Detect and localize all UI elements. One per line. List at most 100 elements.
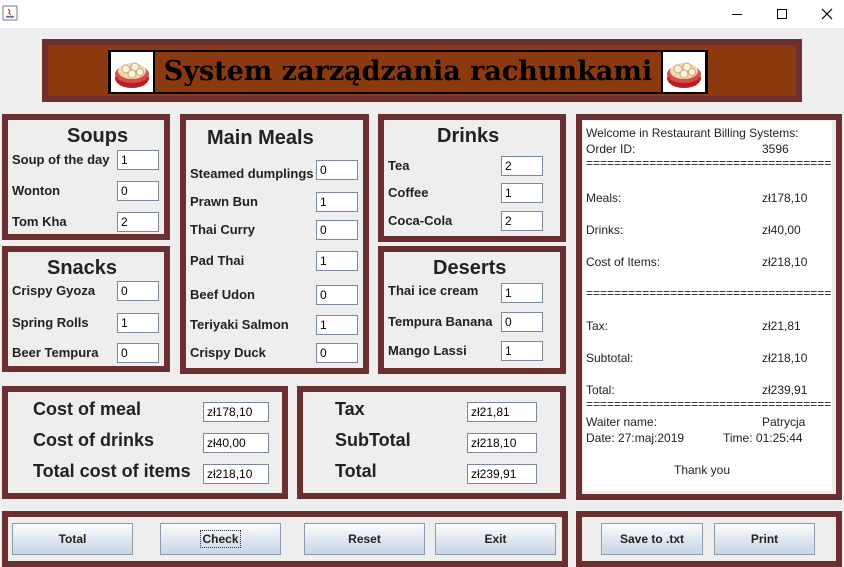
receipt-cost-label: Cost of Items: [586, 255, 661, 269]
receipt-separator: ======================================== [586, 397, 831, 411]
beer-tempura-input[interactable]: 0 [117, 343, 159, 363]
total-cost-of-items-field[interactable]: zł218,10 [203, 464, 269, 484]
mango-lassi-input[interactable]: 1 [501, 341, 543, 361]
prawn-bun-label: Prawn Bun [190, 194, 258, 209]
deserts-title: Deserts [433, 257, 507, 279]
steamed-dumplings-label: Steamed dumplings [190, 166, 314, 181]
teriyaki-salmon-label: Teriyaki Salmon [190, 317, 289, 332]
save-to-txt-button[interactable]: Save to .txt [601, 523, 703, 555]
main-meals-title: Main Meals [207, 127, 314, 149]
receipt-time: Time: 01:25:44 [723, 431, 803, 445]
soup-of-the-day-label: Soup of the day [12, 152, 110, 167]
crispy-gyoza-label: Crispy Gyoza [12, 283, 96, 298]
print-button-label: Print [750, 532, 779, 546]
tom-kha-input[interactable]: 2 [117, 212, 159, 232]
total-button[interactable]: Total [12, 523, 133, 555]
total-button-label: Total [58, 532, 87, 546]
tea-label: Tea [388, 158, 410, 173]
receipt-cost-value: zł218,10 [762, 255, 808, 269]
app-title: System zarządzania rachunkami [155, 52, 661, 92]
thai-curry-input[interactable]: 0 [316, 220, 358, 240]
thai-ice-cream-input[interactable]: 1 [501, 283, 543, 303]
beer-tempura-label: Beer Tempura [12, 345, 99, 360]
crispy-gyoza-input[interactable]: 0 [117, 281, 159, 301]
mango-lassi-label: Mango Lassi [388, 343, 467, 358]
receipt-drinks-label: Drinks: [586, 223, 624, 237]
crispy-duck-input[interactable]: 0 [316, 343, 358, 363]
reset-button[interactable]: Reset [304, 523, 425, 555]
total-field[interactable]: zł239,91 [467, 464, 537, 484]
tempura-banana-label: Tempura Banana [388, 314, 493, 329]
receipt-separator: ======================================== [586, 156, 831, 170]
coffee-label: Coffee [388, 185, 429, 200]
pad-thai-input[interactable]: 1 [316, 251, 358, 271]
tax-label: Tax [335, 399, 365, 419]
spring-rolls-label: Spring Rolls [12, 315, 89, 330]
crispy-duck-label: Crispy Duck [190, 345, 266, 360]
subtotal-label: SubTotal [335, 430, 411, 450]
minimize-icon[interactable] [714, 0, 760, 28]
main-meals-panel [180, 114, 369, 374]
check-button-label: Check [200, 530, 241, 548]
receipt-meals-value: zł178,10 [762, 191, 808, 205]
receipt-waiter-name: Patrycja [762, 415, 806, 429]
receipt-tax-value: zł21,81 [762, 319, 801, 333]
beef-udon-input[interactable]: 0 [316, 285, 358, 305]
maximize-icon[interactable] [759, 0, 805, 28]
receipt-drinks-value: zł40,00 [762, 223, 801, 237]
print-button[interactable]: Print [714, 523, 815, 555]
close-icon[interactable] [804, 0, 844, 28]
tea-input[interactable]: 2 [501, 156, 543, 176]
java-app-icon [2, 5, 18, 21]
receipt-date: Date: 27:maj:2019 [586, 431, 685, 445]
snacks-title: Snacks [47, 257, 118, 279]
receipt-subtotal-label: Subtotal: [586, 351, 634, 365]
steamed-dumplings-input[interactable]: 0 [316, 160, 358, 180]
receipt-subtotal-value: zł218,10 [762, 351, 808, 365]
cost-of-drinks-field[interactable]: zł40,00 [203, 433, 269, 453]
coca-cola-label: Coca-Cola [388, 213, 453, 228]
soup-of-the-day-input[interactable]: 1 [117, 150, 159, 170]
window-titlebar [0, 0, 844, 28]
drinks-title: Drinks [437, 125, 500, 147]
coffee-input[interactable]: 1 [501, 183, 543, 203]
prawn-bun-input[interactable]: 1 [316, 192, 358, 212]
restaurant-logo-left [111, 52, 153, 92]
wonton-input[interactable]: 0 [117, 181, 159, 201]
cost-of-meal-label: Cost of meal [33, 399, 142, 419]
tempura-banana-input[interactable]: 0 [501, 312, 543, 332]
total-cost-of-items-label: Total cost of items [33, 461, 191, 481]
reset-button-label: Reset [348, 532, 381, 546]
receipt-separator: ======================================== [586, 286, 831, 300]
soups-title: Soups [67, 125, 129, 147]
receipt-waiter-label: Waiter name: [586, 415, 657, 429]
coca-cola-input[interactable]: 2 [501, 211, 543, 231]
tax-field[interactable]: zł21,81 [467, 402, 537, 422]
receipt-meals-label: Meals: [586, 191, 622, 205]
wonton-label: Wonton [12, 183, 61, 198]
pad-thai-label: Pad Thai [190, 253, 245, 268]
subtotal-field[interactable]: zł218,10 [467, 433, 537, 453]
save-to-txt-button-label: Save to .txt [619, 532, 685, 546]
total-label: Total [335, 461, 377, 481]
receipt-order-label: Order ID: [586, 142, 636, 156]
receipt-total-label: Total: [586, 383, 615, 397]
beef-udon-label: Beef Udon [190, 287, 255, 302]
cost-of-meal-field[interactable]: zł178,10 [203, 402, 269, 422]
tom-kha-label: Tom Kha [12, 214, 67, 229]
receipt-welcome: Welcome in Restaurant Billing Systems: [586, 126, 799, 140]
check-button[interactable]: Check [160, 523, 281, 555]
spring-rolls-input[interactable]: 1 [117, 313, 159, 333]
receipt-thanks: Thank you [674, 463, 731, 477]
exit-button-label: Exit [484, 532, 507, 546]
receipt-order-id: 3596 [762, 142, 789, 156]
thai-curry-label: Thai Curry [190, 222, 256, 237]
teriyaki-salmon-input[interactable]: 1 [316, 315, 358, 335]
receipt-text-area[interactable]: Welcome in Restaurant Billing Systems: O… [583, 121, 832, 491]
thai-ice-cream-label: Thai ice cream [388, 283, 479, 298]
exit-button[interactable]: Exit [435, 523, 556, 555]
receipt-total-value: zł239,91 [762, 383, 808, 397]
cost-of-drinks-label: Cost of drinks [33, 430, 155, 450]
receipt-tax-label: Tax: [586, 319, 609, 333]
restaurant-logo-right [663, 52, 705, 92]
